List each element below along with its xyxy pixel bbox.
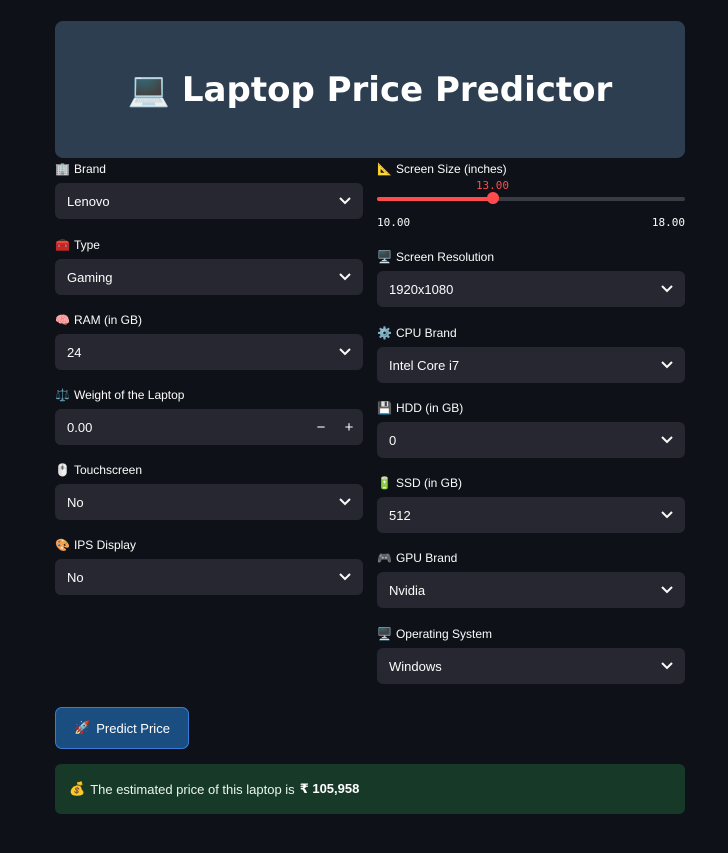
type-select[interactable]: Gaming xyxy=(55,259,363,295)
weight-value[interactable]: 0.00 xyxy=(55,420,307,435)
resolution-label: 🖥️ Screen Resolution xyxy=(377,250,495,264)
screen-size-slider[interactable]: 13.00 10.00 18.00 xyxy=(377,178,685,238)
money-bag-icon: 💰 xyxy=(69,781,86,796)
slider-max: 18.00 xyxy=(651,216,685,229)
scale-icon: ⚖️ xyxy=(55,388,70,402)
screen-size-label: 📐 Screen Size (inches) xyxy=(377,162,507,176)
page-header: 💻 Laptop Price Predictor xyxy=(55,21,685,158)
slider-min: 10.00 xyxy=(377,216,411,229)
page-title: 💻 Laptop Price Predictor xyxy=(128,70,613,110)
rocket-icon: 🚀 xyxy=(74,720,91,735)
ssd-field: 🔋 SSD (in GB) 512 xyxy=(377,474,685,533)
page-title-text: Laptop Price Predictor xyxy=(181,69,613,110)
hdd-select[interactable]: 0 xyxy=(377,422,685,458)
building-icon: 🏢 xyxy=(55,162,70,176)
predict-price-label: Predict Price xyxy=(96,720,170,736)
slider-fill xyxy=(377,197,493,201)
chevron-down-icon xyxy=(339,195,351,207)
predict-price-button[interactable]: 🚀 Predict Price xyxy=(55,707,189,749)
decrement-button[interactable]: − xyxy=(307,419,335,436)
cpu-label: ⚙️ CPU Brand xyxy=(377,326,457,340)
hdd-field: 💾 HDD (in GB) 0 xyxy=(377,399,685,458)
battery-icon: 🔋 xyxy=(377,476,392,490)
weight-label: ⚖️ Weight of the Laptop xyxy=(55,388,185,402)
touchscreen-select[interactable]: No xyxy=(55,484,363,520)
hdd-label: 💾 HDD (in GB) xyxy=(377,401,464,415)
brand-field: 🏢 Brand Lenovo xyxy=(55,160,363,219)
cpu-select[interactable]: Intel Core i7 xyxy=(377,347,685,383)
slider-current-value: 13.00 xyxy=(475,179,510,192)
os-field: 🖥️ Operating System Windows xyxy=(377,625,685,684)
chevron-down-icon xyxy=(339,496,351,508)
gamepad-icon: 🎮 xyxy=(377,551,392,565)
weight-field: ⚖️ Weight of the Laptop 0.00 − + xyxy=(55,386,363,445)
ram-field: 🧠 RAM (in GB) 24 xyxy=(55,311,363,370)
gpu-field: 🎮 GPU Brand Nvidia xyxy=(377,549,685,608)
ips-label: 🎨 IPS Display xyxy=(55,538,136,552)
slider-track[interactable] xyxy=(377,197,685,201)
weight-input[interactable]: 0.00 − + xyxy=(55,409,363,445)
cpu-field: ⚙️ CPU Brand Intel Core i7 xyxy=(377,324,685,383)
slider-thumb[interactable] xyxy=(486,192,499,204)
chevron-down-icon xyxy=(661,359,673,371)
app-container: 💻 Laptop Price Predictor 🏢 Brand Lenovo 🧰… xyxy=(0,0,728,853)
floppy-disk-icon: 💾 xyxy=(377,401,392,415)
touchscreen-label: 🖱️ Touchscreen xyxy=(55,463,142,477)
ruler-icon: 📐 xyxy=(377,162,392,176)
screen-size-field: 📐 Screen Size (inches) 13.00 10.00 18.00 xyxy=(377,160,685,238)
resolution-select[interactable]: 1920x1080 xyxy=(377,271,685,307)
toolbox-icon: 🧰 xyxy=(55,238,70,252)
chevron-down-icon xyxy=(661,283,673,295)
gpu-label: 🎮 GPU Brand xyxy=(377,551,458,565)
touchscreen-field: 🖱️ Touchscreen No xyxy=(55,461,363,520)
result-price: ₹ 105,958 xyxy=(299,781,360,796)
resolution-field: 🖥️ Screen Resolution 1920x1080 xyxy=(377,248,685,307)
result-message: 💰 The estimated price of this laptop is … xyxy=(55,764,685,814)
ram-select[interactable]: 24 xyxy=(55,334,363,370)
palette-icon: 🎨 xyxy=(55,538,70,552)
ram-label: 🧠 RAM (in GB) xyxy=(55,313,142,327)
brain-icon: 🧠 xyxy=(55,313,70,327)
ips-field: 🎨 IPS Display No xyxy=(55,536,363,595)
result-text: The estimated price of this laptop is xyxy=(90,781,295,797)
brand-label: 🏢 Brand xyxy=(55,162,106,176)
increment-button[interactable]: + xyxy=(335,419,363,436)
laptop-icon: 💻 xyxy=(127,69,171,110)
monitor-icon: 🖥️ xyxy=(377,250,392,264)
ips-select[interactable]: No xyxy=(55,559,363,595)
os-select[interactable]: Windows xyxy=(377,648,685,684)
chevron-down-icon xyxy=(661,509,673,521)
gear-icon: ⚙️ xyxy=(377,326,392,340)
monitor-icon: 🖥️ xyxy=(377,627,392,641)
type-label: 🧰 Type xyxy=(55,238,100,252)
ssd-select[interactable]: 512 xyxy=(377,497,685,533)
os-label: 🖥️ Operating System xyxy=(377,627,492,641)
chevron-down-icon xyxy=(339,571,351,583)
chevron-down-icon xyxy=(661,660,673,672)
type-field: 🧰 Type Gaming xyxy=(55,236,363,295)
ssd-label: 🔋 SSD (in GB) xyxy=(377,476,462,490)
chevron-down-icon xyxy=(339,346,351,358)
chevron-down-icon xyxy=(661,584,673,596)
gpu-select[interactable]: Nvidia xyxy=(377,572,685,608)
chevron-down-icon xyxy=(661,434,673,446)
mouse-icon: 🖱️ xyxy=(55,463,70,477)
brand-select[interactable]: Lenovo xyxy=(55,183,363,219)
chevron-down-icon xyxy=(339,271,351,283)
